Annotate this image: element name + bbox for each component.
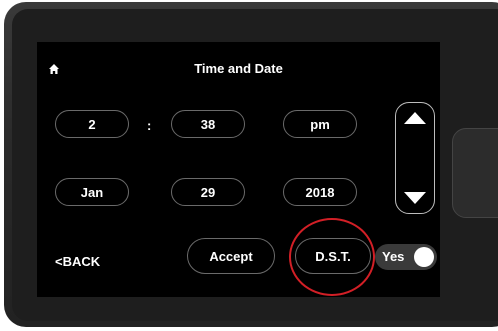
hour-field[interactable]: 2 xyxy=(55,110,129,138)
dst-toggle-label: Yes xyxy=(382,249,405,264)
back-button[interactable]: <BACK xyxy=(55,254,100,269)
up-arrow-icon[interactable] xyxy=(403,111,427,130)
screen: Time and Date 2 : 38 pm Jan 29 2018 <BAC… xyxy=(37,42,440,297)
value-scroller xyxy=(395,102,435,214)
dst-toggle[interactable]: Yes xyxy=(375,244,437,270)
toggle-knob xyxy=(414,247,434,267)
page-title: Time and Date xyxy=(194,61,283,76)
meridiem-field[interactable]: pm xyxy=(283,110,357,138)
time-separator: : xyxy=(147,118,152,133)
month-field[interactable]: Jan xyxy=(55,178,129,206)
day-field[interactable]: 29 xyxy=(171,178,245,206)
down-arrow-icon[interactable] xyxy=(403,191,427,210)
side-button xyxy=(452,128,498,218)
highlight-circle xyxy=(289,218,375,296)
minute-field[interactable]: 38 xyxy=(171,110,245,138)
year-field[interactable]: 2018 xyxy=(283,178,357,206)
accept-button[interactable]: Accept xyxy=(187,238,275,274)
